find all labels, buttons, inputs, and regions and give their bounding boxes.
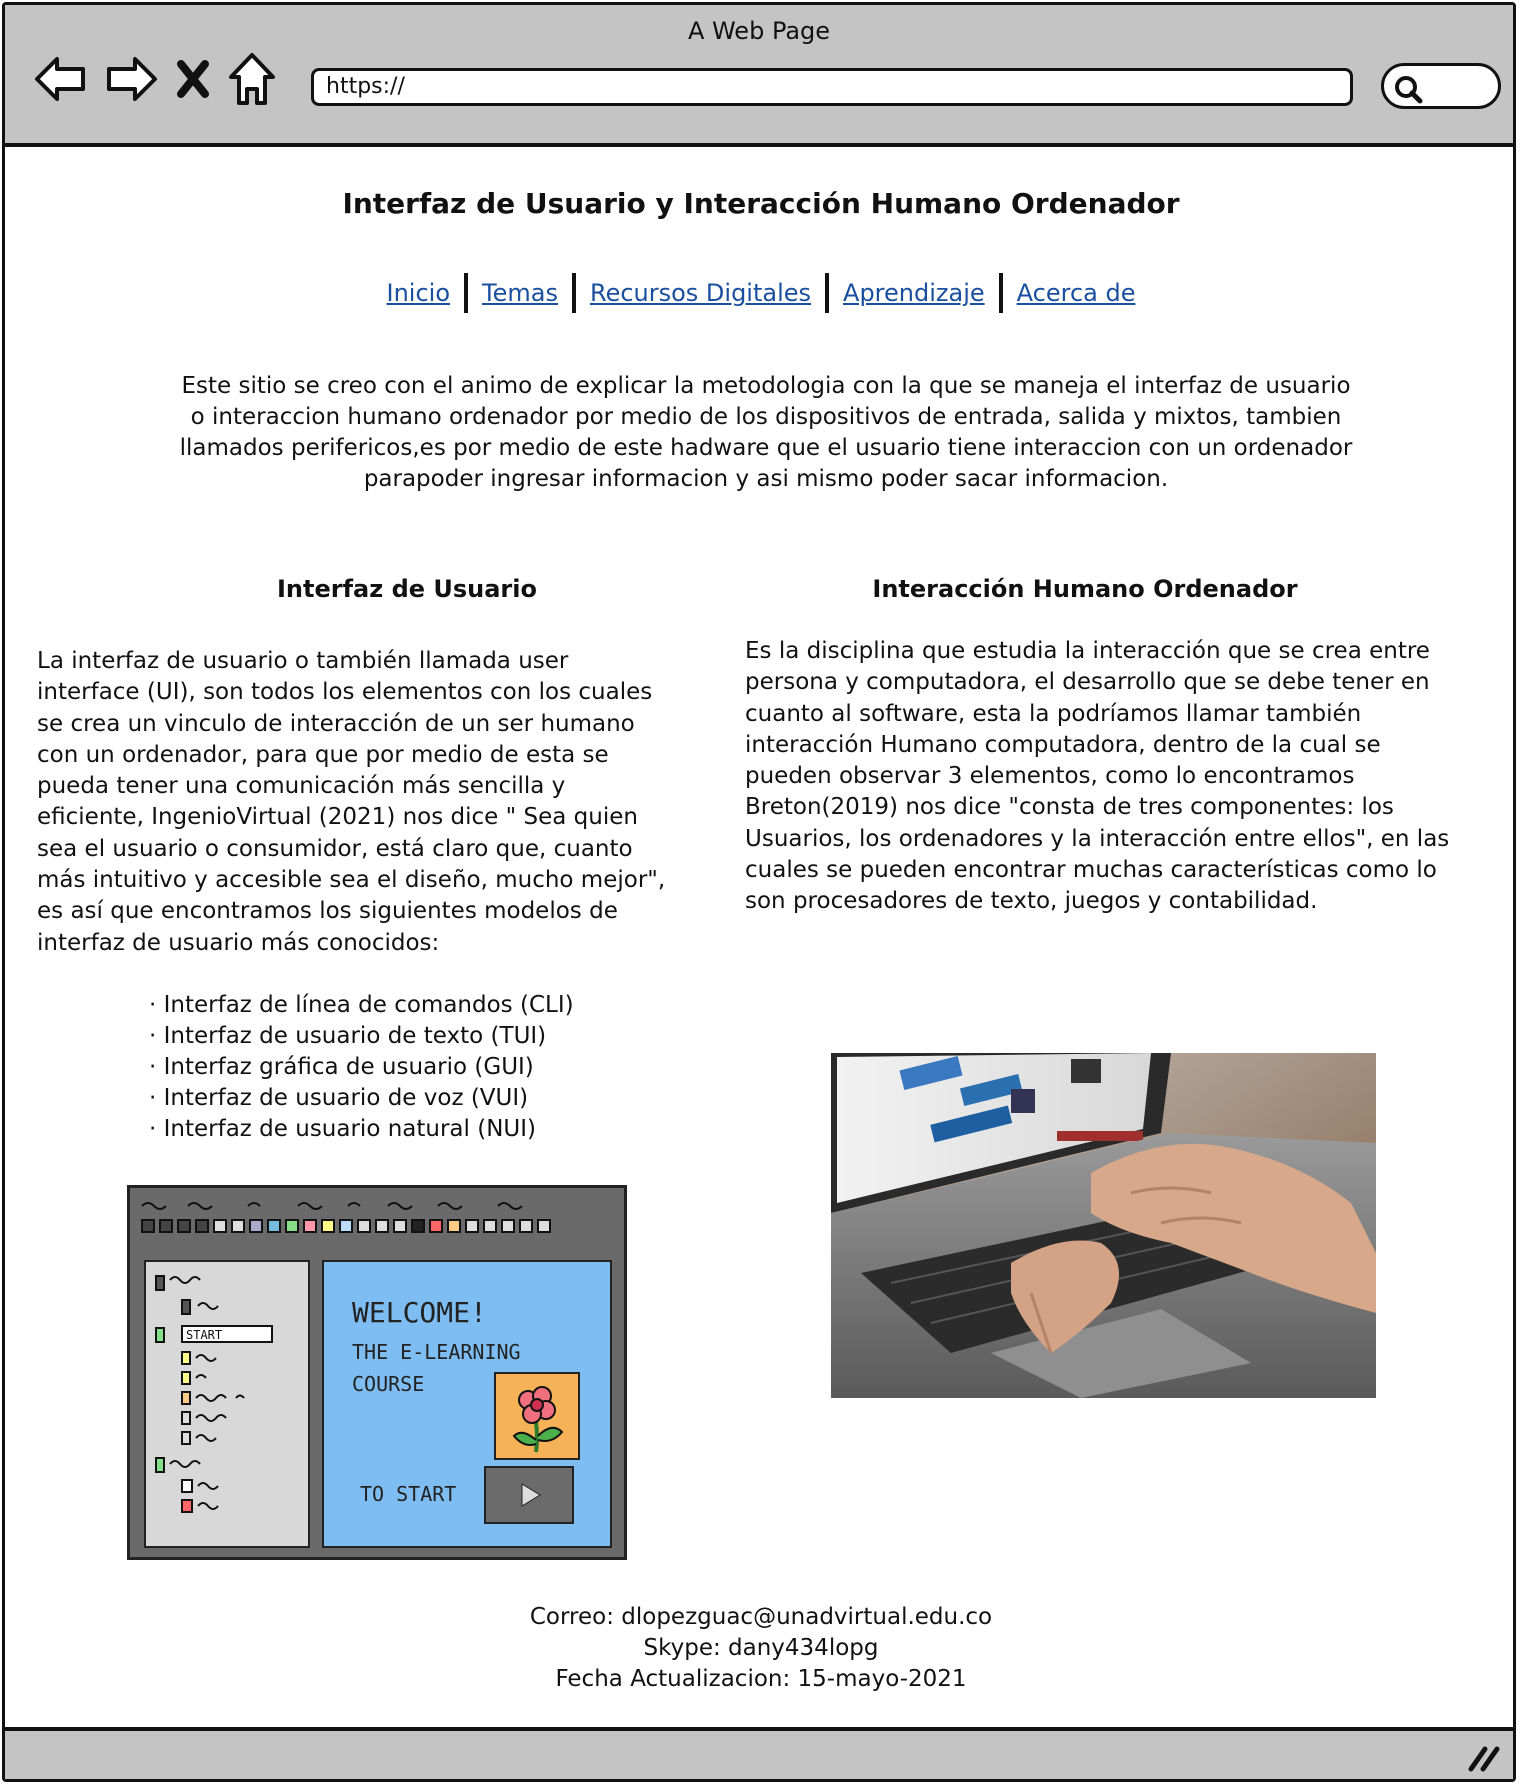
browser-toolbar: A Web Page https:// xyxy=(5,5,1513,147)
nav-link-aprendizaje[interactable]: Aprendizaje xyxy=(829,279,999,307)
footer-email: Correo: dlopezguac@unadvirtual.edu.co xyxy=(529,1604,993,1630)
hci-heading: Interacción Humano Ordenador xyxy=(872,575,1298,603)
ui-heading: Interfaz de Usuario xyxy=(277,575,537,603)
ui-paragraph: La interfaz de usuario o también llamada… xyxy=(37,648,666,956)
tree-start-label: START xyxy=(186,1328,222,1342)
list-item: · Interfaz de usuario de texto (TUI) xyxy=(149,1023,547,1049)
intro-paragraph: Este sitio se creo con el animo de expli… xyxy=(179,373,1353,492)
sketch-to-start-text: TO START xyxy=(360,1482,457,1506)
nav-link-acerca[interactable]: Acerca de xyxy=(1003,279,1150,307)
window-title: A Web Page xyxy=(687,17,831,45)
page-title: Interfaz de Usuario y Interacción Humano… xyxy=(342,187,1180,220)
hci-paragraph: Es la disciplina que estudia la interacc… xyxy=(745,638,1450,915)
footer-skype: Skype: dany434lopg xyxy=(643,1635,879,1661)
contact-footer: Correo: dlopezguac@unadvirtual.edu.co Sk… xyxy=(5,1602,1517,1695)
list-item: · Interfaz de usuario natural (NUI) xyxy=(149,1116,536,1142)
flower-icon xyxy=(494,1372,580,1460)
sketch-course-line1: THE E-LEARNING xyxy=(352,1340,521,1364)
nav-link-inicio[interactable]: Inicio xyxy=(373,279,465,307)
search-icon xyxy=(1395,76,1423,104)
back-arrow-icon[interactable] xyxy=(33,54,89,104)
ui-types-list: · Interfaz de línea de comandos (CLI) · … xyxy=(149,990,574,1145)
list-item: · Interfaz de línea de comandos (CLI) xyxy=(149,992,574,1018)
browser-status-bar xyxy=(5,1727,1513,1779)
sketch-tree-panel: START xyxy=(144,1260,310,1548)
home-icon[interactable] xyxy=(227,51,277,107)
nav-link-temas[interactable]: Temas xyxy=(468,279,572,307)
sketch-toolbar xyxy=(141,1202,551,1233)
list-item: · Interfaz gráfica de usuario (GUI) xyxy=(149,1054,534,1080)
sketch-tree-lines: START xyxy=(155,1275,273,1513)
nav-link-recursos[interactable]: Recursos Digitales xyxy=(576,279,825,307)
resize-grip-icon[interactable] xyxy=(1467,1743,1501,1773)
footer-updated: Fecha Actualizacion: 15-mayo-2021 xyxy=(555,1666,967,1692)
url-input[interactable]: https:// xyxy=(311,68,1353,106)
play-button-icon xyxy=(484,1466,574,1524)
laptop-typing-photo xyxy=(831,1053,1376,1398)
stop-x-icon[interactable] xyxy=(173,54,213,104)
list-item: · Interfaz de usuario de voz (VUI) xyxy=(149,1085,529,1111)
elearning-sketch-image: START WELCOME! THE E-LEARNING COURSE TO … xyxy=(127,1185,627,1560)
browser-window: A Web Page https:// Interfaz de Usuario xyxy=(2,2,1516,1782)
forward-arrow-icon[interactable] xyxy=(103,54,159,104)
sketch-course-canvas: WELCOME! THE E-LEARNING COURSE TO START xyxy=(322,1260,612,1548)
main-nav: Inicio Temas Recursos Digitales Aprendiz… xyxy=(5,273,1517,313)
search-field[interactable] xyxy=(1381,63,1501,109)
nav-buttons xyxy=(33,49,277,109)
sketch-welcome-text: WELCOME! xyxy=(352,1296,487,1329)
